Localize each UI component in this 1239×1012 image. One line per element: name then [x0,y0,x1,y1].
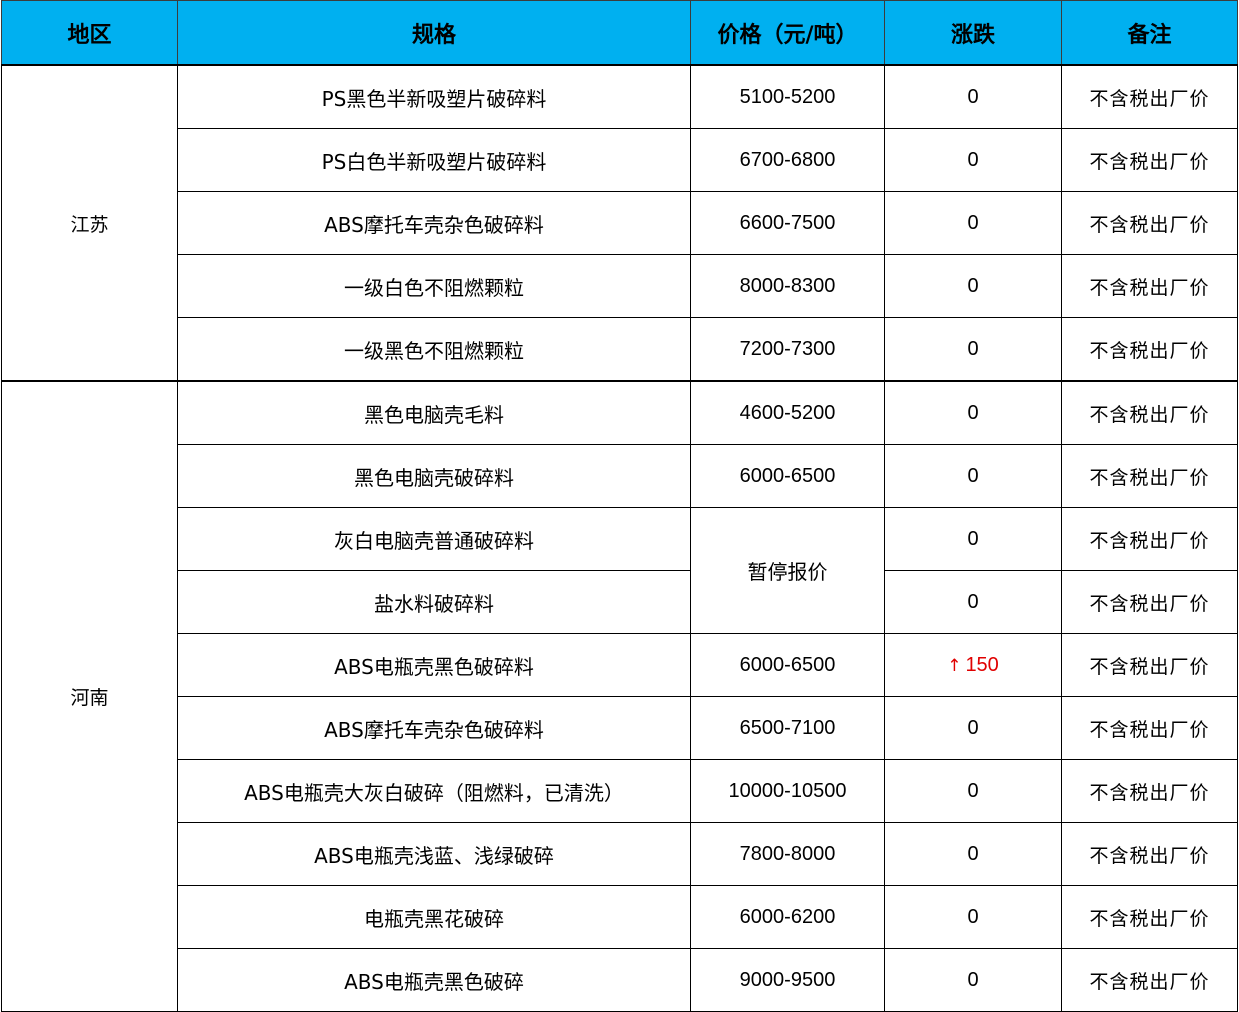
price-cell: 5100-5200 [690,64,885,129]
header-spec: 规格 [177,0,691,66]
note-cell: 不含税出厂价 [1061,254,1238,318]
price-cell: 6600-7500 [690,191,885,255]
header-region: 地区 [1,0,178,66]
change-value: 150 [965,653,999,676]
price-cell: 6000-6500 [690,444,885,508]
table-row: 黑色电脑壳破碎料 6000-6500 0 不含税出厂价 [2,444,1238,508]
price-cell: 8000-8300 [690,254,885,318]
spec-cell: ABS摩托车壳杂色破碎料 [177,191,691,255]
spec-cell: ABS摩托车壳杂色破碎料 [177,696,691,760]
spec-cell: 黑色电脑壳毛料 [177,380,691,445]
table-row: ABS摩托车壳杂色破碎料 6600-7500 0 不含税出厂价 [2,191,1238,255]
change-cell: 0 [884,507,1062,571]
change-cell: 0 [884,317,1062,382]
spec-cell: PS白色半新吸塑片破碎料 [177,128,691,192]
spec-cell: 盐水料破碎料 [177,570,691,634]
price-cell: 9000-9500 [690,948,885,1012]
change-cell: 0 [884,759,1062,823]
note-cell: 不含税出厂价 [1061,128,1238,192]
table-row: 一级黑色不阻燃颗粒 7200-7300 0 不含税出厂价 [2,317,1238,382]
header-note: 备注 [1061,0,1238,66]
price-cell: 6000-6500 [690,633,885,697]
spec-cell: 灰白电脑壳普通破碎料 [177,507,691,571]
change-cell: 0 [884,64,1062,129]
table-row: 电瓶壳黑花破碎 6000-6200 0 不含税出厂价 [2,885,1238,949]
change-cell: 0 [884,444,1062,508]
change-cell: 0 [884,696,1062,760]
note-cell: 不含税出厂价 [1061,633,1238,697]
note-cell: 不含税出厂价 [1061,444,1238,508]
price-cell: 7200-7300 [690,317,885,382]
table-row: 一级白色不阻燃颗粒 8000-8300 0 不含税出厂价 [2,254,1238,318]
table-row: ABS电瓶壳黑色破碎 9000-9500 0 不含税出厂价 [2,948,1238,1012]
table-row: ABS电瓶壳浅蓝、浅绿破碎 7800-8000 0 不含税出厂价 [2,822,1238,886]
change-cell: 0 [884,380,1062,445]
spec-cell: ABS电瓶壳浅蓝、浅绿破碎 [177,822,691,886]
spec-cell: PS黑色半新吸塑片破碎料 [177,64,691,129]
header-change: 涨跌 [884,0,1062,66]
note-cell: 不含税出厂价 [1061,507,1238,571]
change-cell: 0 [884,822,1062,886]
note-cell: 不含税出厂价 [1061,948,1238,1012]
change-cell: ↑ 150 [884,633,1062,697]
arrow-up-icon: ↑ [947,655,962,676]
note-cell: 不含税出厂价 [1061,696,1238,760]
region-cell-henan: 河南 [1,380,178,1012]
change-cell: 0 [884,254,1062,318]
note-cell: 不含税出厂价 [1061,822,1238,886]
note-cell: 不含税出厂价 [1061,380,1238,445]
table-row: ABS电瓶壳大灰白破碎（阻燃料，已清洗） 10000-10500 0 不含税出厂… [2,759,1238,823]
note-cell: 不含税出厂价 [1061,759,1238,823]
note-cell: 不含税出厂价 [1061,885,1238,949]
price-cell: 6000-6200 [690,885,885,949]
note-cell: 不含税出厂价 [1061,317,1238,382]
price-cell: 4600-5200 [690,380,885,445]
spec-cell: 一级白色不阻燃颗粒 [177,254,691,318]
table-row: PS白色半新吸塑片破碎料 6700-6800 0 不含税出厂价 [2,128,1238,192]
table-row: 江苏 PS黑色半新吸塑片破碎料 5100-5200 0 不含税出厂价 [1,64,1238,382]
spec-cell: ABS电瓶壳黑色破碎 [177,948,691,1012]
table-row: ABS摩托车壳杂色破碎料 6500-7100 0 不含税出厂价 [2,696,1238,760]
note-cell: 不含税出厂价 [1061,191,1238,255]
note-cell: 不含税出厂价 [1061,64,1238,129]
table-row: ABS电瓶壳黑色破碎料 6000-6500 ↑ 150 不含税出厂价 [2,633,1238,697]
price-cell: 7800-8000 [690,822,885,886]
price-table: 地区 规格 价格（元/吨） 涨跌 备注 江苏 PS黑色半新吸塑片破碎料 5100… [1,0,1238,1012]
change-cell: 0 [884,191,1062,255]
change-cell: 0 [884,570,1062,634]
note-cell: 不含税出厂价 [1061,570,1238,634]
spec-cell: 一级黑色不阻燃颗粒 [177,317,691,382]
spec-cell: 电瓶壳黑花破碎 [177,885,691,949]
price-cell: 10000-10500 [690,759,885,823]
price-increase: ↑ 150 [947,654,999,676]
header-row: 地区 规格 价格（元/吨） 涨跌 备注 [1,0,1238,66]
change-cell: 0 [884,885,1062,949]
spec-cell: ABS电瓶壳大灰白破碎（阻燃料，已清洗） [177,759,691,823]
table-row: 灰白电脑壳普通破碎料 暂停报价 0 不含税出厂价 [2,507,1238,634]
change-cell: 0 [884,948,1062,1012]
spec-cell: 黑色电脑壳破碎料 [177,444,691,508]
price-cell: 6500-7100 [690,696,885,760]
price-cell-suspended: 暂停报价 [690,507,885,634]
header-price: 价格（元/吨） [690,0,885,66]
change-cell: 0 [884,128,1062,192]
region-cell-jiangsu: 江苏 [1,64,178,382]
table-row: 盐水料破碎料 0 不含税出厂价 [2,570,1238,634]
price-cell: 6700-6800 [690,128,885,192]
spec-cell: ABS电瓶壳黑色破碎料 [177,633,691,697]
table-row: 河南 黑色电脑壳毛料 4600-5200 0 不含税出厂价 [1,380,1238,1012]
